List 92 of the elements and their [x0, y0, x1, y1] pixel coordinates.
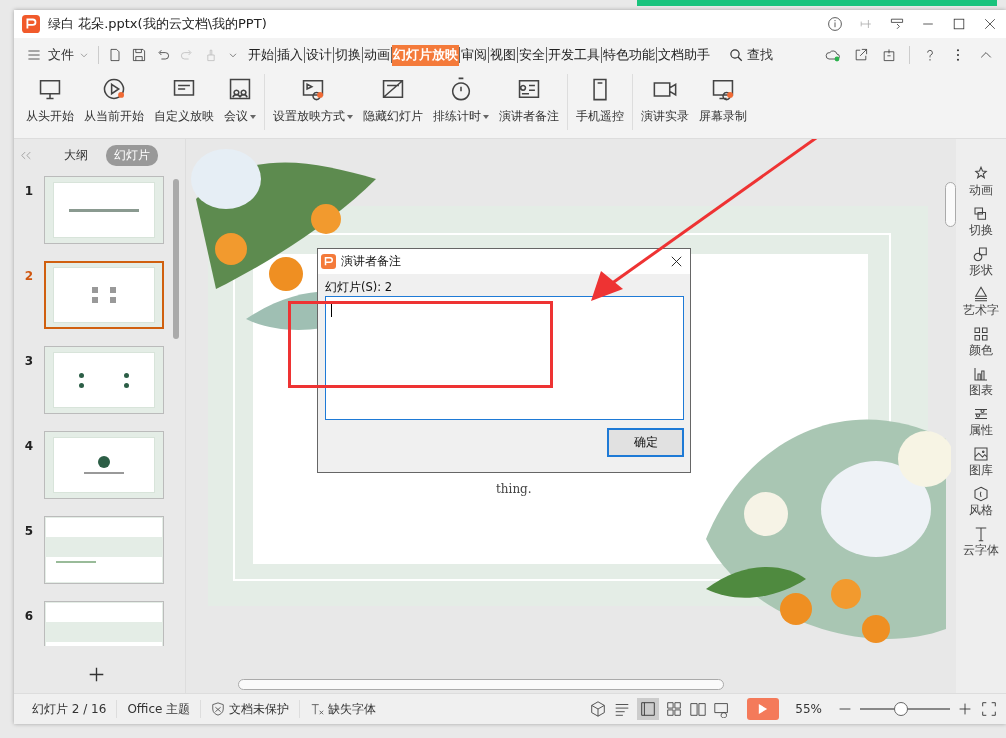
file-menu[interactable]: 文件	[48, 46, 74, 64]
side-tool[interactable]: 动画	[969, 165, 993, 198]
ribbon-button[interactable]: 从头开始	[22, 74, 78, 127]
ribbon-tab[interactable]: 开发工具	[547, 44, 601, 66]
ribbon-tab[interactable]: 特色功能	[602, 44, 656, 66]
grid-icon	[972, 325, 990, 343]
slide-thumbnail[interactable]	[44, 431, 164, 499]
ribbon-button[interactable]: 演讲实录	[637, 74, 693, 127]
ribbon-button[interactable]: 自定义放映	[150, 74, 218, 127]
maximize-icon[interactable]	[951, 16, 967, 32]
slide-counter: 幻灯片 2 / 16	[31, 700, 108, 718]
scrollbar[interactable]	[173, 179, 179, 339]
slide-thumbnail[interactable]	[44, 261, 164, 329]
slide-number: 6	[23, 608, 35, 623]
side-tool[interactable]: 艺术字	[963, 285, 999, 318]
slide-number: 2	[23, 268, 35, 283]
share-icon[interactable]	[853, 47, 869, 63]
missing-fonts-button[interactable]: 缺失字体	[300, 700, 387, 718]
shapes-icon	[972, 245, 990, 263]
slide-thumbnail[interactable]	[44, 176, 164, 244]
text-art-icon	[972, 285, 990, 303]
export-icon[interactable]	[881, 47, 897, 63]
search-icon	[729, 47, 744, 63]
fit-window-icon[interactable]	[980, 700, 998, 718]
ribbon-button[interactable]: 排练计时	[429, 74, 493, 127]
undo-icon[interactable]	[155, 47, 171, 63]
theme-button[interactable]: Office 主题	[117, 700, 201, 718]
ribbon-tab[interactable]: 审阅	[460, 44, 488, 66]
shield-icon	[211, 702, 226, 716]
reading-view-icon[interactable]	[689, 700, 708, 718]
slide-number: 1	[23, 183, 35, 198]
scrollbar[interactable]	[945, 182, 956, 227]
play-icon	[758, 703, 769, 715]
side-tool[interactable]: 风格	[969, 485, 993, 518]
chart-icon	[972, 365, 990, 383]
protection-button[interactable]: 文档未保护	[201, 700, 300, 718]
ribbon-button[interactable]: 手机遥控	[572, 74, 628, 127]
hexagon-icon	[972, 485, 990, 503]
ribbon-tab[interactable]: 动画	[363, 44, 391, 66]
slide-number: 4	[23, 438, 35, 453]
app-logo-icon	[321, 254, 336, 269]
ribbon-button[interactable]: 设置放映方式	[269, 74, 357, 127]
play-button[interactable]	[747, 698, 780, 720]
field-label: 幻灯片(S): 2	[325, 280, 394, 296]
add-slide-icon[interactable]	[88, 666, 105, 683]
ribbon-button[interactable]: 屏幕录制	[695, 74, 751, 127]
ribbon-tab[interactable]: 切换	[334, 44, 362, 66]
ribbon-tab[interactable]: 设计	[305, 44, 333, 66]
cube-icon[interactable]	[589, 700, 608, 718]
close-icon[interactable]	[982, 16, 998, 32]
grid-view-icon[interactable]	[665, 700, 684, 718]
side-tool[interactable]: 图库	[969, 445, 993, 478]
info-icon[interactable]	[827, 16, 843, 32]
font-icon	[310, 702, 325, 716]
ribbon-tab[interactable]: 视图	[489, 44, 517, 66]
ribbon-button[interactable]: 会议	[220, 74, 260, 127]
ribbon-tab[interactable]: 文档助手	[657, 44, 711, 66]
side-tool[interactable]: 形状	[969, 245, 993, 278]
cloud-sync-icon[interactable]	[825, 47, 841, 63]
new-file-icon[interactable]	[107, 47, 123, 63]
side-tool[interactable]: 云字体	[963, 525, 999, 558]
side-tool[interactable]: 切换	[969, 205, 993, 238]
zoom-dropdown[interactable]: 55%	[795, 702, 822, 716]
search-button[interactable]: 查找	[729, 46, 773, 64]
ribbon-tab[interactable]: 开始	[247, 44, 275, 66]
slide-text: thing.	[496, 482, 532, 496]
window-title: 绿白 花朵.pptx(我的云文档\我的PPT)	[48, 15, 267, 33]
side-tool[interactable]: 颜色	[969, 325, 993, 358]
normal-view-icon[interactable]	[637, 698, 660, 720]
scrollbar[interactable]	[238, 679, 724, 690]
ribbon-tab[interactable]: 安全	[518, 44, 546, 66]
dialog-title: 演讲者备注	[341, 253, 401, 270]
ribbon-button[interactable]: 演讲者备注	[495, 74, 563, 127]
save-icon[interactable]	[131, 47, 147, 63]
ribbon-tab[interactable]: 插入	[276, 44, 304, 66]
slide-number: 3	[23, 353, 35, 368]
ribbon-button[interactable]: 隐藏幻灯片	[359, 74, 427, 127]
app-logo-icon	[22, 15, 40, 33]
play-icon	[101, 76, 127, 102]
ok-button[interactable]: 确定	[607, 428, 684, 457]
close-icon[interactable]	[671, 256, 682, 267]
side-tool[interactable]: 图表	[969, 365, 993, 398]
menu-icon[interactable]	[26, 47, 42, 63]
image-icon	[972, 445, 990, 463]
ribbon-button[interactable]: 从当前开始	[80, 74, 148, 127]
slide-thumbnail[interactable]	[44, 516, 164, 584]
slide-number: 5	[23, 523, 35, 538]
slide-thumbnail[interactable]	[44, 346, 164, 414]
notes-field[interactable]	[325, 296, 684, 420]
side-tool[interactable]: 属性	[969, 405, 993, 438]
panel-tab[interactable]: 大纲	[56, 144, 96, 166]
people-icon	[227, 76, 253, 102]
